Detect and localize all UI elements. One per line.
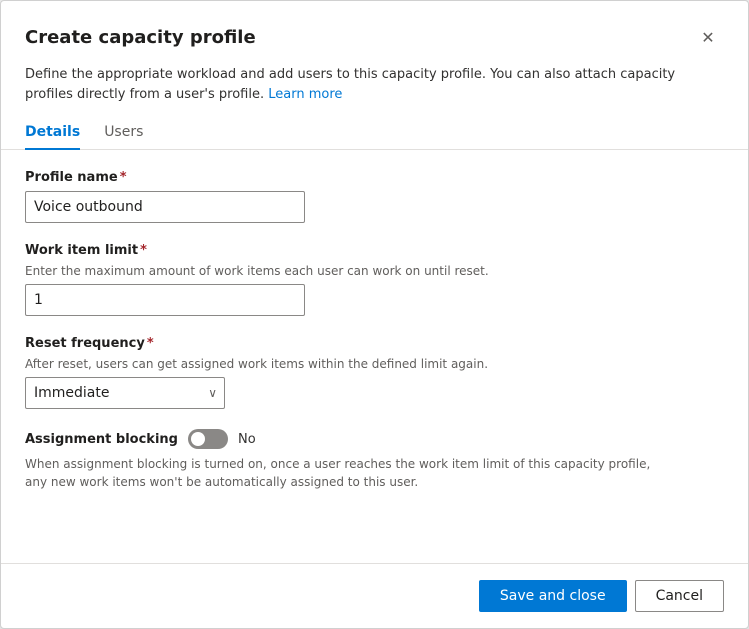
reset-frequency-required: * bbox=[147, 336, 154, 351]
assignment-blocking-field: Assignment blocking No When assignment b… bbox=[25, 429, 724, 491]
profile-name-label: Profile name * bbox=[25, 170, 724, 185]
assignment-blocking-value: No bbox=[238, 432, 256, 447]
tab-users[interactable]: Users bbox=[104, 116, 143, 150]
reset-frequency-field: Reset frequency * After reset, users can… bbox=[25, 336, 724, 409]
cancel-button[interactable]: Cancel bbox=[635, 580, 724, 612]
toggle-slider bbox=[188, 429, 228, 449]
profile-name-input[interactable] bbox=[25, 191, 305, 223]
dialog-header: Create capacity profile ✕ bbox=[1, 1, 748, 65]
assignment-blocking-description: When assignment blocking is turned on, o… bbox=[25, 455, 665, 491]
work-item-limit-input[interactable] bbox=[25, 284, 305, 316]
save-and-close-button[interactable]: Save and close bbox=[479, 580, 627, 612]
dialog-footer: Save and close Cancel bbox=[1, 563, 748, 628]
create-capacity-profile-dialog: Create capacity profile ✕ Define the app… bbox=[0, 0, 749, 629]
close-icon: ✕ bbox=[701, 28, 714, 47]
work-item-limit-label: Work item limit * bbox=[25, 243, 724, 258]
assignment-blocking-label: Assignment blocking bbox=[25, 432, 178, 447]
work-item-limit-required: * bbox=[140, 243, 147, 258]
reset-frequency-label: Reset frequency * bbox=[25, 336, 724, 351]
tab-details[interactable]: Details bbox=[25, 116, 80, 150]
dialog-body: Profile name * Work item limit * Enter t… bbox=[1, 170, 748, 563]
work-item-limit-hint: Enter the maximum amount of work items e… bbox=[25, 264, 724, 278]
dialog-title: Create capacity profile bbox=[25, 27, 256, 48]
profile-name-field: Profile name * bbox=[25, 170, 724, 223]
reset-frequency-select[interactable]: Immediate Daily Weekly bbox=[25, 377, 225, 409]
profile-name-required: * bbox=[120, 170, 127, 185]
tab-bar: Details Users bbox=[1, 116, 748, 150]
learn-more-link[interactable]: Learn more bbox=[268, 87, 342, 102]
work-item-limit-field: Work item limit * Enter the maximum amou… bbox=[25, 243, 724, 316]
assignment-blocking-row: Assignment blocking No bbox=[25, 429, 724, 449]
assignment-blocking-toggle[interactable] bbox=[188, 429, 228, 449]
close-button[interactable]: ✕ bbox=[692, 21, 724, 53]
reset-frequency-wrapper: Immediate Daily Weekly ∨ bbox=[25, 377, 225, 409]
dialog-description: Define the appropriate workload and add … bbox=[1, 65, 748, 116]
reset-frequency-hint: After reset, users can get assigned work… bbox=[25, 357, 724, 371]
